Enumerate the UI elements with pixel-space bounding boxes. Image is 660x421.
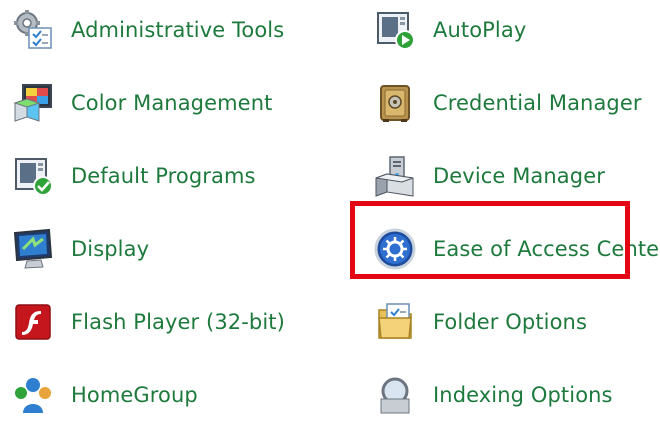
item-color-management[interactable]: Color Management (8, 77, 272, 129)
ease-of-access-icon (370, 225, 420, 273)
display-icon (8, 225, 58, 273)
item-flash-player[interactable]: Flash Player (32-bit) (8, 296, 285, 348)
item-indexing-options[interactable]: Indexing Options (370, 369, 613, 421)
item-label: Ease of Access Center (433, 237, 660, 261)
administrative-tools-icon (8, 6, 58, 54)
default-programs-icon (8, 152, 58, 200)
item-folder-options[interactable]: Folder Options (370, 296, 587, 348)
folder-options-icon (370, 298, 420, 346)
item-label: Color Management (71, 91, 273, 115)
item-label: Folder Options (433, 310, 587, 334)
item-label: AutoPlay (433, 18, 527, 42)
device-manager-icon (370, 152, 420, 200)
homegroup-icon (8, 371, 58, 419)
item-display[interactable]: Display (8, 223, 149, 275)
item-label: Display (71, 237, 150, 261)
indexing-options-icon (370, 371, 420, 419)
item-homegroup[interactable]: HomeGroup (8, 369, 198, 421)
color-management-icon (8, 79, 58, 127)
item-label: Indexing Options (433, 383, 613, 407)
item-ease-of-access-center[interactable]: Ease of Access Center (370, 223, 660, 275)
credential-manager-icon (370, 79, 420, 127)
item-device-manager[interactable]: Device Manager (370, 150, 605, 202)
item-label: Flash Player (32-bit) (71, 310, 285, 334)
item-label: Default Programs (71, 164, 256, 188)
flash-player-icon (8, 298, 58, 346)
item-autoplay[interactable]: AutoPlay (370, 4, 526, 56)
item-administrative-tools[interactable]: Administrative Tools (8, 4, 284, 56)
item-default-programs[interactable]: Default Programs (8, 150, 256, 202)
autoplay-icon (370, 6, 420, 54)
item-credential-manager[interactable]: Credential Manager (370, 77, 642, 129)
item-label: Administrative Tools (71, 18, 285, 42)
item-label: Credential Manager (433, 91, 642, 115)
item-label: Device Manager (433, 164, 605, 188)
item-label: HomeGroup (71, 383, 198, 407)
